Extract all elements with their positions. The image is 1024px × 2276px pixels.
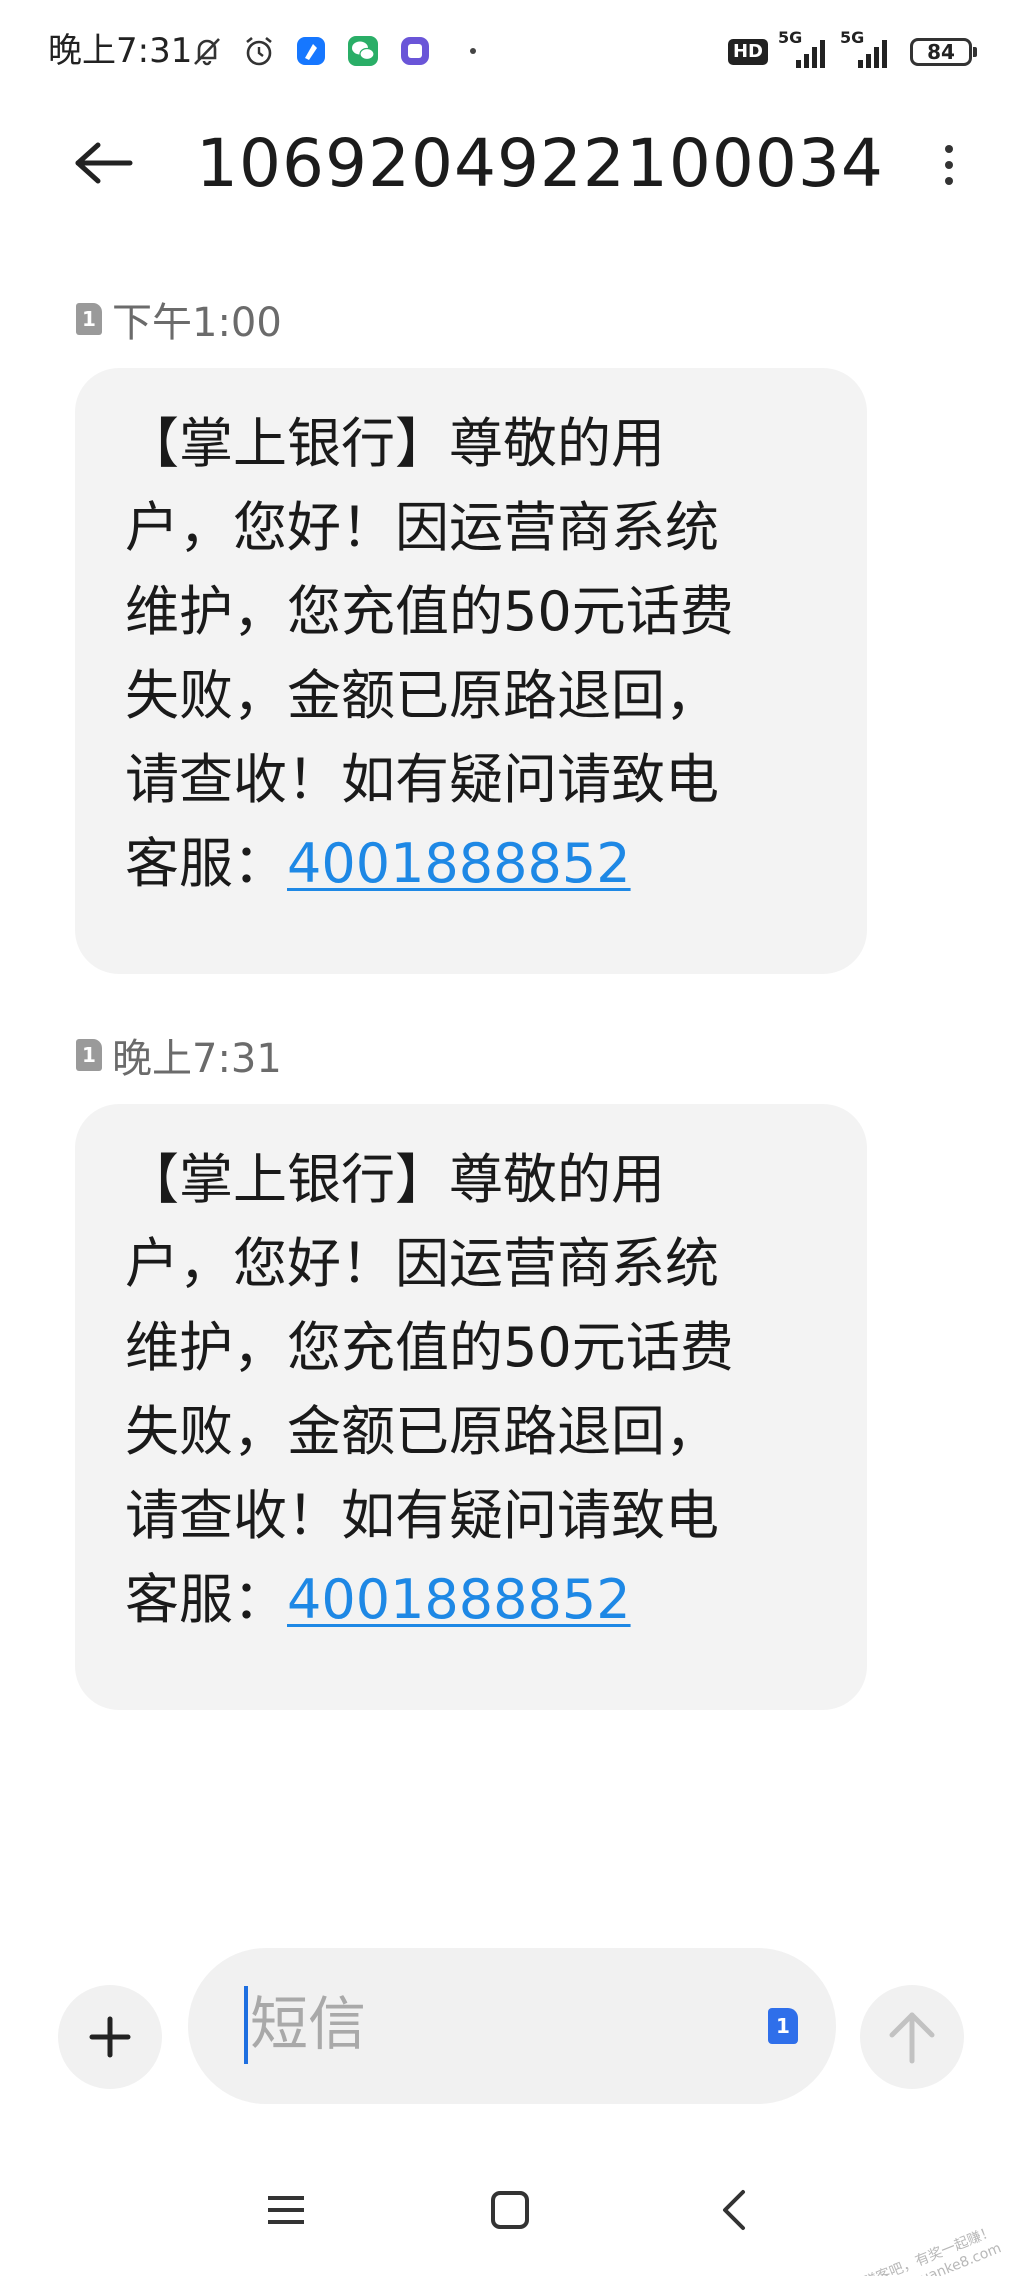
- chevron-left-icon: [723, 2190, 745, 2230]
- signal-strength-sim2-icon: 5G: [840, 28, 892, 72]
- message-line: 请查收！如有疑问请致电: [125, 748, 719, 811]
- message-line: 请查收！如有疑问请致电: [125, 1484, 719, 1547]
- back-button[interactable]: [64, 128, 144, 198]
- message-line: 【掌上银行】尊敬的用: [125, 1148, 665, 1211]
- nav-menu-button[interactable]: [246, 2170, 326, 2250]
- message-line-prefix: 客服：: [125, 1568, 287, 1631]
- app-bar: 1069204922100034: [0, 100, 1024, 230]
- arrow-up-icon: [889, 2012, 935, 2064]
- sim-select-button[interactable]: 1: [768, 2008, 798, 2044]
- message-input[interactable]: 短信 1: [188, 1948, 836, 2104]
- message-line: 户，您好！因运营商系统: [125, 496, 719, 559]
- arrow-left-icon: [75, 142, 133, 184]
- message-line-prefix: 客服：: [125, 832, 287, 895]
- dot-icon: [945, 161, 953, 169]
- notification-icons: [188, 28, 476, 74]
- phone-number-link[interactable]: 4001888852: [287, 1568, 631, 1631]
- message-line: 客服：4001888852: [125, 1558, 827, 1642]
- menu-icon: [268, 2196, 304, 2224]
- message-text: 【掌上银行】尊敬的用 户，您好！因运营商系统 维护，您充值的50元话费 失败，金…: [125, 1138, 827, 1642]
- message-timestamp: 下午1:00: [112, 300, 282, 346]
- nav-home-button[interactable]: [470, 2170, 550, 2250]
- send-button[interactable]: [860, 1985, 964, 2089]
- system-indicators: HD 5G 5G 84: [727, 28, 977, 74]
- message-text: 【掌上银行】尊敬的用 户，您好！因运营商系统 维护，您充值的50元话费 失败，金…: [125, 402, 827, 906]
- more-options-button[interactable]: [914, 130, 984, 200]
- message-bubble[interactable]: 【掌上银行】尊敬的用 户，您好！因运营商系统 维护，您充值的50元话费 失败，金…: [75, 368, 867, 974]
- message-bubble[interactable]: 【掌上银行】尊敬的用 户，您好！因运营商系统 维护，您充值的50元话费 失败，金…: [75, 1104, 867, 1710]
- plus-icon: [89, 2016, 131, 2058]
- signal-strength-sim1-icon: 5G: [778, 28, 830, 72]
- message-line: 客服：4001888852: [125, 822, 827, 906]
- wechat-icon: [344, 32, 382, 70]
- message-line: 失败，金额已原路退回，: [125, 664, 719, 727]
- nav-back-button[interactable]: [694, 2170, 774, 2250]
- sim-card-icon: 1: [76, 1039, 102, 1071]
- message-input-placeholder: 短信: [250, 1990, 367, 2058]
- system-navigation-bar: [0, 2170, 1024, 2250]
- message-line: 【掌上银行】尊敬的用: [125, 412, 665, 475]
- message-meta: 1 晚上7:31: [76, 1030, 282, 1082]
- message-timestamp: 晚上7:31: [112, 1036, 282, 1082]
- alarm-clock-icon: [240, 32, 278, 70]
- conversation-title: 1069204922100034: [196, 125, 884, 202]
- sms-conversation-screen: 晚上7:31 HD 5G 5G 84 1069204922100034 1 下午…: [0, 0, 1024, 2276]
- mute-bell-icon: [188, 32, 226, 70]
- message-line: 维护，您充值的50元话费: [125, 580, 734, 643]
- more-notifications-dot: [470, 48, 476, 54]
- status-bar: 晚上7:31 HD 5G 5G 84: [0, 0, 1024, 100]
- phone-number-link[interactable]: 4001888852: [287, 832, 631, 895]
- text-cursor: [244, 1986, 248, 2064]
- status-time: 晚上7:31: [48, 31, 193, 71]
- dot-icon: [945, 177, 953, 185]
- add-attachment-button[interactable]: [58, 1985, 162, 2089]
- tieba-app-icon: [396, 32, 434, 70]
- message-line: 失败，金额已原路退回，: [125, 1400, 719, 1463]
- message-line: 户，您好！因运营商系统: [125, 1232, 719, 1295]
- hd-volte-badge: HD: [727, 39, 768, 65]
- home-square-icon: [491, 2191, 529, 2229]
- message-line: 维护，您充值的50元话费: [125, 1316, 734, 1379]
- message-meta: 1 下午1:00: [76, 294, 282, 346]
- sim-card-icon: 1: [76, 303, 102, 335]
- dot-icon: [945, 145, 953, 153]
- battery-level: 84: [927, 40, 955, 64]
- navigation-app-icon: [292, 32, 330, 70]
- battery-icon: 84: [910, 38, 977, 66]
